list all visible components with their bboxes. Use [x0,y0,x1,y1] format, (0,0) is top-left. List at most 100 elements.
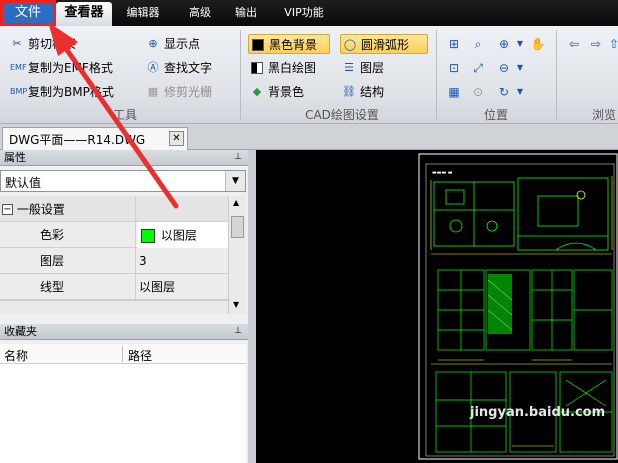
background-color-label: 背景色 [268,85,305,99]
left-panel: 属性 ⊥ 默认值 ▼ − 一般设置 色彩 以图层 图层 3 线型 以图层 ▲ ▼… [0,150,248,463]
black-background-button[interactable]: 黑色背景 [248,34,330,54]
chevron-down-icon[interactable]: ▼ [512,60,528,76]
palette-icon: ◆ [252,85,262,98]
menu-bar: 文件 查看器 编辑器 高级 输出 VIP功能 [0,0,618,26]
yellow-annotations [438,359,572,447]
tools-group-label: 工具 [112,108,137,122]
trim-raster-button[interactable]: ▦ 修剪光栅 [144,82,212,102]
layers-label: 图层 [360,61,385,75]
properties-hscrollbar[interactable] [0,300,228,314]
drawing-title-text: ▬▬▬ ▬ [432,170,453,176]
close-icon[interactable]: ✕ [169,131,184,146]
rotate-icon[interactable]: ↻ [496,84,512,100]
property-key: 色彩 [0,222,136,248]
chevron-down-icon[interactable]: ▼ [225,171,245,191]
fit-icon[interactable]: ⊡ [446,60,462,76]
crop-frame-button[interactable]: ✂ 剪切框架 [8,34,76,54]
find-text-label: 查找文字 [164,61,213,75]
column-path[interactable]: 路径 [128,347,152,364]
document-tab[interactable]: DWG平面——R14.DWG ✕ [2,127,188,150]
background-color-button[interactable]: ◆ 背景色 [248,82,304,102]
property-row[interactable]: 图层 3 [0,248,228,274]
position-group-label: 位置 [483,108,508,122]
properties-combo[interactable]: 默认值 ▼ [0,170,246,192]
arrow-up-icon[interactable]: ⇧ [606,36,618,52]
property-group-label: 一般设置 [16,202,65,217]
crosshair-icon: ⊕ [148,37,158,50]
hand-icon[interactable]: ✋ [530,36,546,52]
favorites-columns: 名称 路径 [0,344,246,364]
zoom-prev-icon[interactable]: ⊙ [470,84,486,100]
tab-file[interactable]: 文件 [0,0,56,26]
favorites-header: 收藏夹 ⊥ [0,324,248,340]
scroll-thumb[interactable] [231,216,244,238]
cad-settings-group-label: CAD绘图设置 [305,108,379,122]
group-separator [436,30,437,120]
pan-icon[interactable]: ⊞ [446,36,462,52]
properties-grid: − 一般设置 色彩 以图层 图层 3 线型 以图层 [0,196,228,300]
column-name[interactable]: 名称 [4,347,28,364]
zoom-extents-icon[interactable]: ⤢ [470,60,486,76]
copy-emf-label: 复制为EMF格式 [28,61,113,75]
show-point-button[interactable]: ⊕ 显示点 [144,34,200,54]
smooth-arc-label: 圆滑弧形 [361,38,410,52]
properties-scrollbar[interactable]: ▲ ▼ [228,196,246,314]
crop-frame-label: 剪切框架 [28,37,77,51]
bw-draw-label: 黑白绘图 [268,61,317,75]
property-row[interactable]: 色彩 以图层 [0,222,228,248]
bw-draw-button[interactable]: 黑白绘图 [248,58,316,78]
group-separator [240,30,241,120]
trim-raster-label: 修剪光栅 [164,85,213,99]
column-separator[interactable] [122,346,123,362]
emf-icon: EMF [10,63,27,72]
floor-plan-top [433,177,609,251]
document-tab-label: DWG平面——R14.DWG [9,133,146,147]
structure-icon: ⛓ [342,85,356,98]
chevron-down-icon[interactable]: ▼ [512,84,528,100]
tab-advanced[interactable]: 高级 [182,0,218,26]
black-background-label: 黑色背景 [269,38,318,52]
tab-output[interactable]: 输出 [228,0,264,26]
favorites-list[interactable] [0,364,246,463]
bmp-icon: BMP [10,87,28,96]
property-group-row[interactable]: − 一般设置 [0,196,228,222]
property-value: 3 [139,254,147,268]
arrow-right-icon[interactable]: ⇨ [588,36,604,52]
chevron-down-icon[interactable]: ▼ [512,36,528,52]
raster-icon: ▦ [147,85,159,98]
tab-editor[interactable]: 编辑器 [118,0,168,26]
tab-viewer[interactable]: 查看器 [56,2,112,26]
smooth-arc-button[interactable]: ◯ 圆滑弧形 [340,34,428,54]
grid-icon[interactable]: ▦ [446,84,462,100]
copy-emf-button[interactable]: EMF 复制为EMF格式 [8,58,113,78]
pin-icon[interactable]: ⊥ [232,151,244,163]
collapse-icon[interactable]: − [2,204,13,215]
color-swatch [141,228,155,243]
elevation-views [437,269,613,351]
favorites-title: 收藏夹 [4,325,37,338]
layers-icon: ☰ [344,61,354,74]
arrow-left-icon[interactable]: ⇦ [566,36,582,52]
scroll-down-icon[interactable]: ▼ [233,300,239,309]
properties-combo-value: 默认值 [5,176,42,190]
property-row[interactable]: 线型 以图层 [0,274,228,300]
watermark-text: jingyan.baidu.com [470,405,606,420]
properties-header: 属性 ⊥ [0,150,248,166]
structure-button[interactable]: ⛓ 结构 [340,82,384,102]
copy-bmp-button[interactable]: BMP 复制为BMP格式 [8,82,114,102]
zoom-in-icon[interactable]: ⊕ [496,36,512,52]
layers-button[interactable]: ☰ 图层 [340,58,384,78]
panel-splitter[interactable] [248,150,256,463]
bw-icon [250,61,264,75]
zoom-window-icon[interactable]: ⌕ [470,36,486,52]
zoom-out-icon[interactable]: ⊖ [496,60,512,76]
property-value: 以图层 [139,280,176,294]
copy-bmp-label: 复制为BMP格式 [28,85,114,99]
black-square-icon [251,38,265,52]
group-separator [556,30,557,120]
find-text-button[interactable]: Ⓐ 查找文字 [144,58,213,78]
structure-label: 结构 [360,85,385,99]
tab-vip[interactable]: VIP功能 [274,0,334,26]
scroll-up-icon[interactable]: ▲ [233,198,239,207]
pin-icon[interactable]: ⊥ [232,325,244,337]
